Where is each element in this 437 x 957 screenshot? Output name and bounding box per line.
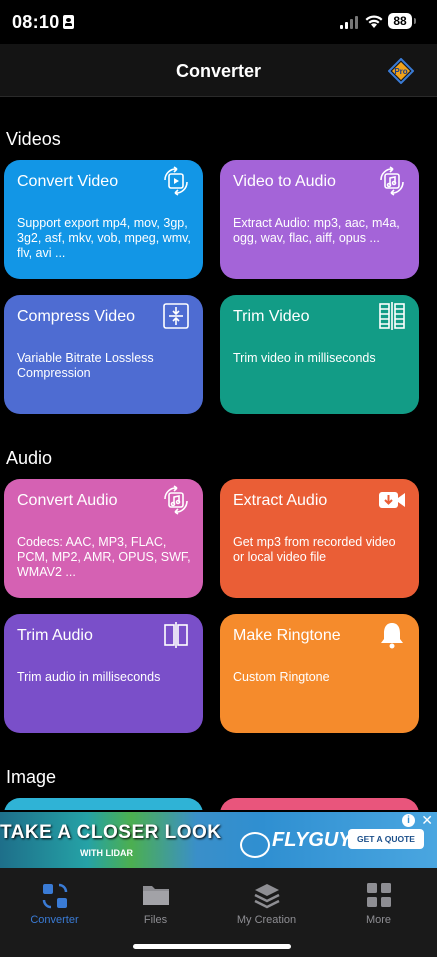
- tab-more[interactable]: More: [324, 868, 433, 938]
- section-title-audio: Audio: [6, 448, 53, 468]
- ad-close-icon[interactable]: ✕: [421, 812, 433, 829]
- folder-icon: [142, 886, 169, 905]
- tab-label: More: [365, 914, 392, 926]
- battery-indicator: 88: [388, 13, 416, 29]
- page-title: Converter: [175, 61, 262, 81]
- video-to-audio-card[interactable]: Video to Audio Extract Audio: mp3, aac, …: [220, 160, 419, 279]
- compress-video-card[interactable]: Compress Video Variable Bitrate Lossless…: [4, 295, 203, 414]
- section-title-videos: Videos: [6, 129, 61, 149]
- trim-video-card[interactable]: Trim Video Trim video in milliseconds: [220, 295, 419, 414]
- trim-audio-card[interactable]: Trim Audio Trim audio in milliseconds: [4, 614, 203, 733]
- image-card-partial[interactable]: [220, 798, 419, 810]
- tab-label: Files: [143, 914, 168, 926]
- card-title: Compress Video: [17, 308, 135, 325]
- tab-my-creation[interactable]: My Creation: [212, 868, 321, 938]
- ad-headline: TAKE A CLOSER LOOK: [0, 822, 222, 843]
- layers-icon: [253, 884, 280, 909]
- bell-icon: [381, 623, 403, 649]
- section-title-image: Image: [6, 767, 57, 787]
- card-title: Trim Audio: [17, 627, 93, 644]
- wifi-icon: [365, 15, 383, 28]
- status-time: 08:10: [12, 12, 60, 32]
- tab-label: Converter: [30, 914, 79, 926]
- convert-audio-card[interactable]: Convert Audio Codecs: AAC, MP3, FLAC, PC…: [4, 479, 203, 598]
- tab-files[interactable]: Files: [101, 868, 210, 938]
- make-ringtone-card[interactable]: Make Ringtone Custom Ringtone: [220, 614, 419, 733]
- card-title: Trim Video: [233, 308, 310, 325]
- card-title: Video to Audio: [233, 173, 336, 190]
- ad-cta-button[interactable]: GET A QUOTE: [348, 829, 424, 849]
- flyguys-logo-icon: [240, 832, 270, 858]
- convert-video-card[interactable]: Convert Video Support export mp4, mov, 3…: [4, 160, 203, 279]
- card-title: Convert Video: [17, 173, 119, 190]
- trim-icon: [164, 622, 188, 648]
- card-description: Trim audio in milliseconds: [17, 670, 161, 684]
- film-strip-icon: [379, 302, 405, 330]
- card-title: Convert Audio: [17, 492, 118, 509]
- extract-audio-card[interactable]: Extract Audio Get mp3 from recorded vide…: [220, 479, 419, 598]
- video-download-icon: [379, 492, 405, 508]
- ad-subline: WITH LIDAR: [80, 848, 133, 858]
- card-description: Trim video in milliseconds: [233, 351, 376, 365]
- ad-info-icon[interactable]: i: [402, 814, 415, 827]
- card-description: Support export mp4, mov, 3gp, 3g2, asf, …: [17, 216, 191, 260]
- pro-label: Pro: [394, 67, 407, 76]
- video-to-audio-icon: [380, 166, 404, 196]
- pro-badge-icon[interactable]: Pro: [388, 58, 414, 84]
- card-description: Custom Ringtone: [233, 670, 330, 684]
- card-description: Codecs: AAC, MP3, FLAC, PCM, MP2, AMR, O…: [17, 535, 191, 579]
- cellular-signal-icon: [340, 15, 360, 29]
- tab-converter[interactable]: Converter: [0, 868, 109, 938]
- status-bar: 08:10 88: [0, 0, 437, 44]
- compress-icon: [163, 303, 189, 329]
- image-card-partial[interactable]: [4, 798, 203, 810]
- card-title: Extract Audio: [233, 492, 328, 509]
- card-description: Variable Bitrate Lossless Compression: [17, 351, 154, 380]
- ad-banner[interactable]: TAKE A CLOSER LOOK WITH LIDAR FLYGUYS GE…: [0, 812, 437, 868]
- tools-list[interactable]: Videos Convert Video Support export mp4,…: [0, 97, 437, 810]
- card-description: Extract Audio: mp3, aac, m4a, ogg, wav, …: [233, 216, 400, 245]
- grid-icon: [366, 883, 391, 907]
- convert-video-icon: [164, 166, 188, 196]
- converter-icon: [42, 883, 67, 909]
- card-description: Get mp3 from recorded video or local vid…: [233, 535, 396, 564]
- home-indicator: [133, 944, 291, 949]
- navigation-bar: Converter Pro: [0, 44, 437, 97]
- convert-audio-icon: [164, 485, 188, 515]
- tab-label: My Creation: [236, 914, 297, 926]
- card-title: Make Ringtone: [233, 627, 341, 644]
- id-card-icon: [63, 15, 74, 29]
